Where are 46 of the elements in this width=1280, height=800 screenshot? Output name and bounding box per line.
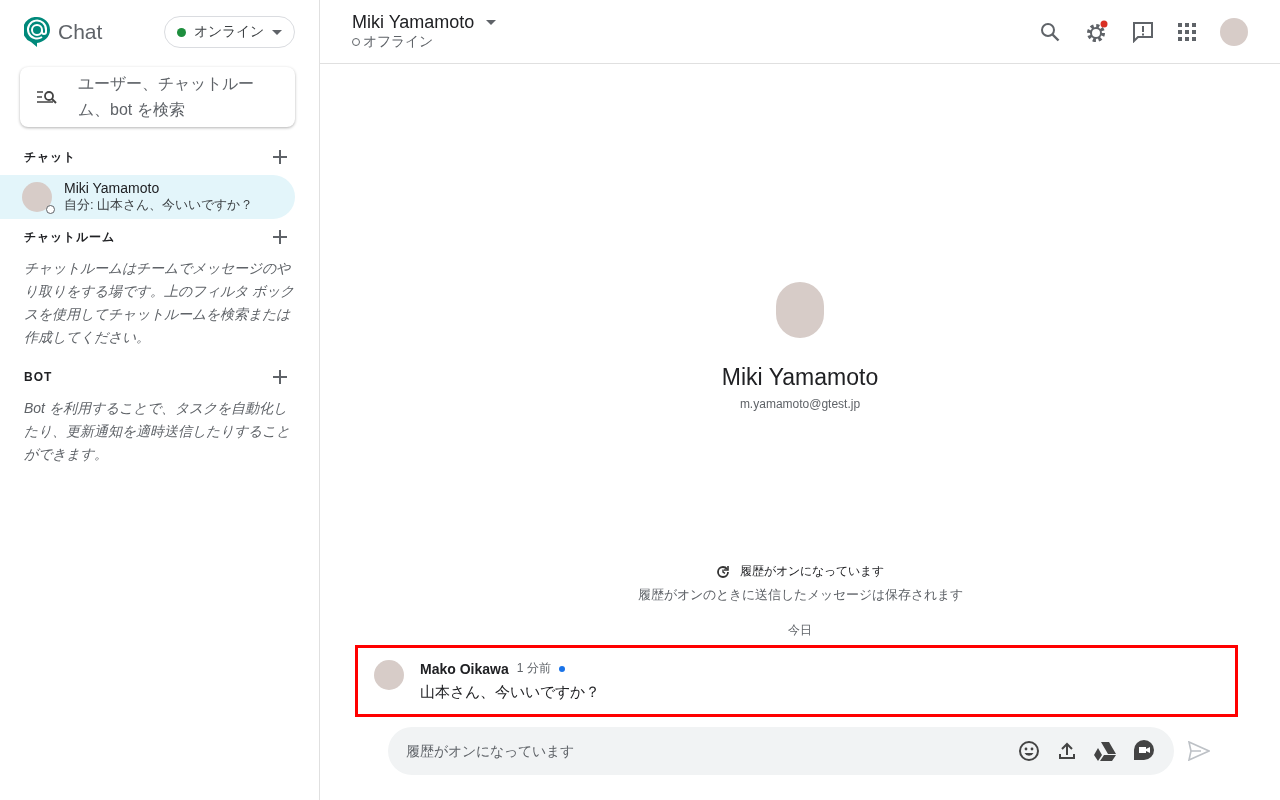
app-name: Chat	[58, 20, 103, 44]
profile-name: Miki Yamamoto	[721, 364, 879, 391]
upload-icon[interactable]	[1058, 742, 1076, 760]
video-call-icon[interactable]	[1134, 740, 1154, 762]
contact-avatar	[776, 282, 824, 338]
apps-grid-icon[interactable]	[1178, 22, 1196, 41]
status-label: オンライン	[194, 23, 264, 41]
add-button[interactable]	[273, 150, 287, 164]
search-field[interactable]: ユーザー、チャットルーム、bot を検索	[20, 67, 295, 127]
avatar	[374, 660, 404, 690]
section-title: チャット	[24, 148, 76, 166]
avatar	[22, 182, 52, 212]
message-text: 山本さん、今いいですか？	[420, 683, 600, 702]
caret-icon[interactable]	[486, 20, 497, 25]
message-time: 1 分前	[516, 660, 551, 677]
composer-bar[interactable]: 履歴がオンになっています	[388, 727, 1174, 775]
section-description: チャットルームはチームでメッセージのやり取りをする場です。上のフィルタ ボックスを使用してチャットルームを検索または作成してください。	[24, 259, 295, 347]
presence-status: オフライン	[363, 33, 433, 51]
contact-name: Miki Yamamoto	[64, 180, 161, 196]
chat-logo-icon	[24, 17, 50, 47]
section-title: BOT	[24, 370, 53, 384]
drive-icon[interactable]	[1094, 741, 1116, 761]
message-author: Mako Oikawa	[420, 660, 509, 677]
date-divider: 今日	[788, 622, 812, 639]
section-title: チャットルーム	[24, 228, 115, 246]
message-input[interactable]: 履歴がオンになっています	[404, 742, 1000, 760]
message-preview: 自分: 山本さん、今いいですか？	[64, 196, 254, 214]
history-title: 履歴がオンになっています	[740, 563, 884, 580]
settings-icon[interactable]	[1084, 19, 1108, 44]
history-icon	[716, 564, 730, 579]
plus-icon	[273, 150, 287, 164]
plus-icon	[273, 370, 287, 384]
feedback-icon[interactable]	[1132, 20, 1154, 43]
emoji-icon[interactable]	[1018, 740, 1040, 762]
conversation-title: Miki Yamamoto	[352, 12, 475, 33]
search-filter-icon	[36, 89, 58, 105]
plus-icon	[273, 230, 287, 244]
history-subtitle: 履歴がオンのときに送信したメッセージは保存されます	[637, 586, 963, 604]
add-button[interactable]	[273, 370, 287, 384]
profile-email: m.yamamoto@gtest.jp	[739, 397, 861, 411]
chat-list-item[interactable]: Miki Yamamoto 自分: 山本さん、今いいですか？	[0, 175, 295, 219]
add-button[interactable]	[273, 230, 287, 244]
search-icon[interactable]	[1040, 21, 1060, 42]
status-dropdown[interactable]: オンライン	[164, 16, 295, 48]
caret-icon	[272, 29, 282, 35]
section-description: Bot を利用することで、タスクを自動化したり、更新通知を適時送信したりすることができます。	[24, 399, 291, 464]
